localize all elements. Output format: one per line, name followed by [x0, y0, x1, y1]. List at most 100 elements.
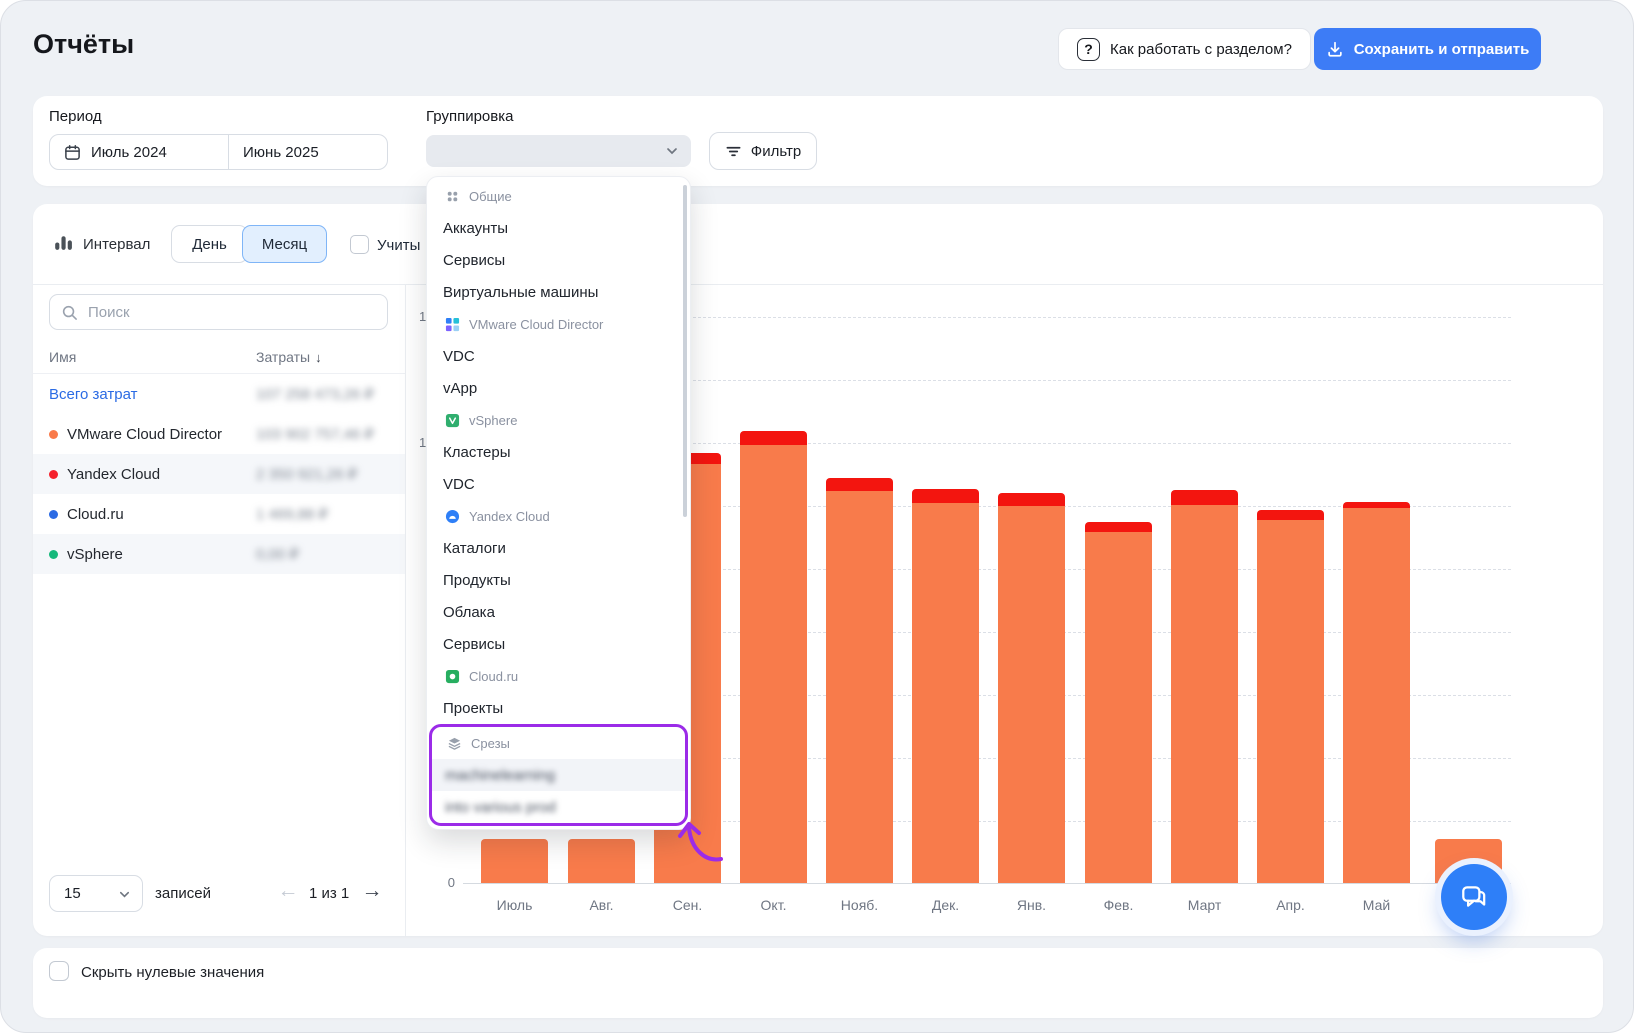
bar-segment-red — [1085, 522, 1152, 532]
filter-button[interactable]: Фильтр — [709, 132, 817, 170]
main-card: 0 ИюльАвг.Сен.Окт.Нояб.Дек.Янв.Фев.МартА… — [33, 204, 1603, 936]
x-axis-label: Фев. — [1079, 897, 1159, 913]
dropdown-item[interactable]: Сервисы — [427, 628, 690, 660]
dropdown-item[interactable]: Виртуальные машины — [427, 276, 690, 308]
page-size-select[interactable]: 15 — [49, 875, 143, 912]
x-axis-label: Апр. — [1251, 897, 1331, 913]
prev-page-arrow[interactable]: ← — [273, 876, 303, 906]
grouping-select[interactable] — [426, 135, 691, 167]
hide-zero-label: Скрыть нулевые значения — [81, 964, 264, 981]
table-row[interactable]: VMware Cloud Director103 902 757,46 ₽ — [33, 414, 405, 454]
table-row[interactable]: Cloud.ru1 469,88 ₽ — [33, 494, 405, 534]
dropdown-item[interactable]: Продукты — [427, 564, 690, 596]
table-row[interactable]: Всего затрат 107 258 473,26 ₽ — [33, 374, 405, 414]
help-button-label: Как работать с разделом? — [1110, 41, 1292, 58]
series-color-dot — [49, 510, 58, 519]
filter-icon — [725, 143, 742, 160]
row-name: Всего затрат — [33, 386, 137, 403]
reports-page: Отчёты ? Как работать с разделом? Сохран… — [0, 0, 1634, 1033]
x-axis-label: Дек. — [906, 897, 986, 913]
dropdown-scrollbar-thumb[interactable] — [683, 185, 687, 517]
chart-bar — [740, 431, 807, 883]
section-divider — [33, 284, 1603, 285]
dropdown-group-header: VMware Cloud Director — [427, 308, 690, 340]
x-axis-label: Сен. — [648, 897, 728, 913]
period-to-field[interactable]: Июнь 2025 — [229, 135, 333, 169]
vat-checkbox-label: Учиты — [377, 237, 420, 254]
save-and-send-button[interactable]: Сохранить и отправить — [1314, 28, 1541, 70]
table-row[interactable]: vSphere0,00 ₽ — [33, 534, 405, 574]
grouping-label: Группировка — [426, 108, 513, 125]
dropdown-group-header: Срезы — [432, 727, 685, 759]
series-color-dot — [49, 430, 58, 439]
column-header-value[interactable]: Затраты ↓ — [256, 349, 322, 365]
dropdown-item[interactable]: VDC — [427, 468, 690, 500]
dropdown-item[interactable]: Сервисы — [427, 244, 690, 276]
bar-segment-orange — [1171, 505, 1238, 883]
vat-checkbox[interactable] — [350, 235, 369, 254]
next-page-arrow[interactable]: → — [357, 876, 387, 906]
period-range-picker: Июль 2024 Июнь 2025 — [49, 134, 388, 170]
x-axis-label: Авг. — [562, 897, 642, 913]
bar-segment-orange — [481, 839, 548, 883]
x-axis-label: Май — [1337, 897, 1417, 913]
row-name: Yandex Cloud — [33, 466, 160, 483]
dropdown-item[interactable]: Облака — [427, 596, 690, 628]
chart-bar — [1343, 502, 1410, 883]
download-icon — [1326, 40, 1344, 58]
interval-label: Интервал — [83, 236, 150, 253]
bar-segment-red — [998, 493, 1065, 506]
bar-segment-red — [826, 478, 893, 491]
dropdown-group-header: Cloud.ru — [427, 660, 690, 692]
chevron-down-icon — [665, 144, 679, 158]
grouping-dropdown-panel: ОбщиеАккаунтыСервисыВиртуальные машиныVM… — [426, 176, 691, 830]
vmware-icon — [445, 317, 460, 332]
filter-button-label: Фильтр — [751, 143, 801, 160]
chevron-down-icon — [118, 888, 131, 901]
bar-segment-red — [912, 489, 979, 503]
x-axis-label: Нояб. — [820, 897, 900, 913]
chat-button[interactable] — [1441, 864, 1507, 930]
period-from-value: Июль 2024 — [91, 144, 167, 161]
dropdown-item[interactable]: vApp — [427, 372, 690, 404]
calendar-icon — [64, 144, 81, 161]
search-input[interactable] — [50, 295, 387, 329]
row-value-blurred: 0,00 ₽ — [256, 545, 299, 563]
save-button-label: Сохранить и отправить — [1354, 41, 1530, 58]
x-axis-label: Март — [1165, 897, 1245, 913]
dropdown-item[interactable]: into various prod — [432, 791, 685, 823]
sort-desc-icon: ↓ — [315, 350, 322, 365]
dropdown-item[interactable]: Проекты — [427, 692, 690, 724]
dropdown-item[interactable]: Аккаунты — [427, 212, 690, 244]
dropdown-item[interactable]: machinelearning — [432, 759, 685, 791]
series-color-dot — [49, 550, 58, 559]
bar-segment-orange — [568, 839, 635, 883]
row-value-blurred: 2 350 921,26 ₽ — [256, 465, 357, 483]
hide-zero-card: Скрыть нулевые значения — [33, 948, 1603, 1018]
dropdown-item[interactable]: VDC — [427, 340, 690, 372]
table-row[interactable]: Yandex Cloud 2 350 921,26 ₽ — [33, 454, 405, 494]
bar-segment-orange — [1257, 520, 1324, 883]
period-from-field[interactable]: Июль 2024 — [50, 135, 229, 169]
dropdown-item[interactable]: Кластеры — [427, 436, 690, 468]
search-icon — [61, 304, 78, 321]
bar-segment-red — [1257, 510, 1324, 520]
period-to-value: Июнь 2025 — [243, 144, 319, 161]
page-title: Отчёты — [33, 29, 134, 60]
chart-bar — [568, 839, 635, 883]
row-value-blurred: 1 469,88 ₽ — [256, 505, 328, 523]
chart-bar — [1085, 522, 1152, 883]
help-button[interactable]: ? Как работать с разделом? — [1058, 28, 1311, 70]
bar-segment-orange — [1343, 508, 1410, 883]
bar-segment-orange — [826, 491, 893, 883]
chart-bar — [826, 478, 893, 883]
row-value-blurred: 107 258 473,26 ₽ — [256, 385, 374, 403]
row-name: VMware Cloud Director — [33, 426, 222, 443]
dropdown-item[interactable]: Каталоги — [427, 532, 690, 564]
dropdown-group-header: Yandex Cloud — [427, 500, 690, 532]
dropdown-group-header: Общие — [427, 180, 690, 212]
hide-zero-checkbox[interactable] — [49, 961, 69, 981]
interval-option-day[interactable]: День — [171, 225, 248, 263]
column-header-name[interactable]: Имя — [49, 349, 76, 365]
interval-option-month[interactable]: Месяц — [242, 225, 327, 263]
